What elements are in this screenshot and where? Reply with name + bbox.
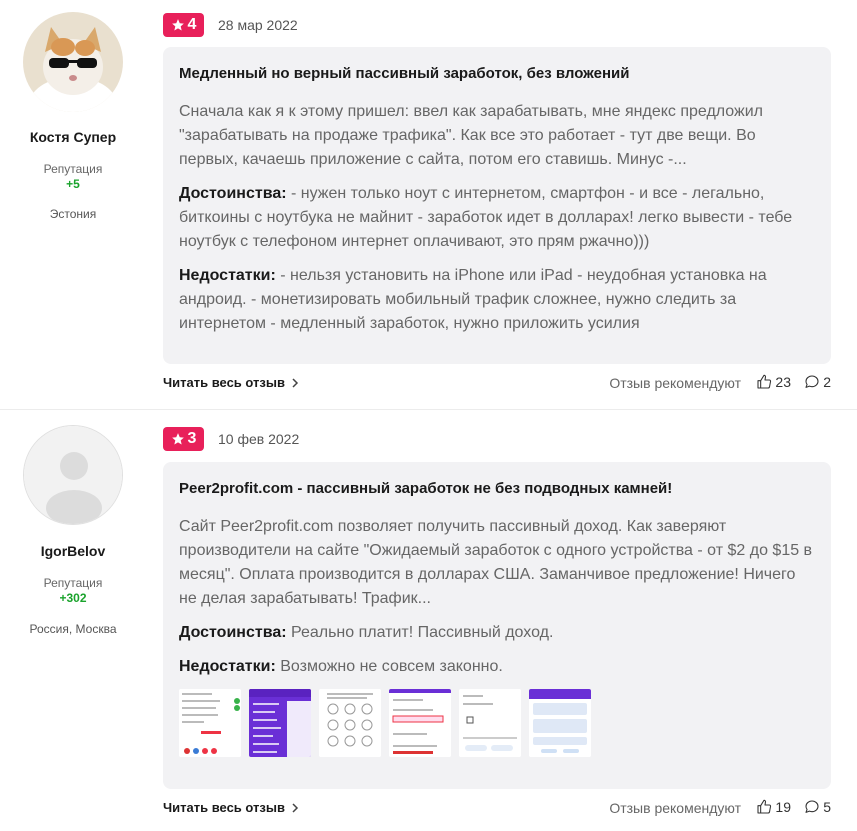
comment-icon: [805, 800, 819, 813]
read-more-label: Читать весь отзыв: [163, 375, 285, 390]
review-date: 10 фев 2022: [218, 431, 300, 447]
pros-label: Достоинства:: [179, 185, 287, 202]
reputation-label: Репутация: [43, 162, 103, 176]
rating-badge: 4: [163, 13, 204, 37]
reputation-value: +5: [66, 177, 80, 191]
cons-label: Недостатки:: [179, 267, 276, 284]
author-name[interactable]: IgorBelov: [0, 543, 146, 559]
likes-count: 23: [775, 374, 791, 390]
recommend-label: Отзыв рекомендуют: [609, 800, 741, 816]
pros-label: Достоинства:: [179, 624, 287, 641]
screenshot-thumbnail[interactable]: [319, 689, 381, 757]
comments-button[interactable]: 2: [804, 374, 831, 390]
screenshot-thumbnail[interactable]: [179, 689, 241, 757]
review-body: Медленный но верный пассивный заработок,…: [163, 47, 831, 364]
review-screenshots: [179, 689, 815, 757]
comments-count: 5: [823, 799, 831, 815]
like-button[interactable]: 19: [756, 799, 791, 815]
review-card: IgorBelov Репутация +302 Россия, Москва …: [0, 410, 857, 831]
app-screenshot-menu: [249, 689, 311, 757]
star-icon: [171, 433, 184, 445]
review-title[interactable]: Peer2profit.com - пассивный заработок не…: [179, 479, 815, 499]
review-text: Сначала как я к этому пришел: ввел как з…: [179, 103, 763, 168]
cons-label: Недостатки:: [179, 658, 276, 675]
author-name[interactable]: Костя Супер: [0, 129, 146, 145]
likes-count: 19: [775, 799, 791, 815]
screenshot-thumbnail[interactable]: [459, 689, 521, 757]
review-pros: Достоинства: - нужен только ноут с интер…: [179, 182, 815, 254]
avatar-placeholder-icon: [24, 426, 122, 524]
read-more-link[interactable]: Читать весь отзыв: [163, 375, 299, 390]
pros-text: Реально платит! Пассивный доход.: [286, 624, 554, 641]
review-body: Peer2profit.com - пассивный заработок не…: [163, 462, 831, 789]
reputation-value: +302: [59, 591, 87, 605]
author-location: Эстония: [49, 207, 97, 221]
author-location: Россия, Москва: [29, 622, 117, 636]
comment-icon: [805, 375, 819, 388]
screenshot-thumbnail[interactable]: [529, 689, 591, 757]
comments-button[interactable]: 5: [804, 799, 831, 815]
comments-count: 2: [823, 374, 831, 390]
like-button[interactable]: 23: [756, 374, 791, 390]
chevron-right-icon: [292, 802, 299, 813]
review-title[interactable]: Медленный но верный пассивный заработок,…: [179, 64, 815, 84]
review-card: Костя Супер Репутация +5 Эстония 4 28 ма…: [0, 0, 857, 409]
app-screenshot-keypad: [319, 689, 381, 757]
screenshot-thumbnail[interactable]: [389, 689, 451, 757]
app-screenshot-form: [389, 689, 451, 757]
review-footer: Читать весь отзыв Отзыв рекомендуют 23 2: [163, 374, 831, 395]
review-footer: Читать весь отзыв Отзыв рекомендуют 19 5: [163, 799, 831, 820]
review-cons: Недостатки: - нельзя установить на iPhon…: [179, 264, 815, 336]
thumbs-up-icon: [757, 799, 772, 814]
recommend-label: Отзыв рекомендуют: [609, 375, 741, 391]
read-more-link[interactable]: Читать весь отзыв: [163, 800, 299, 815]
star-icon: [171, 19, 184, 31]
reputation-label: Репутация: [43, 576, 103, 590]
rating-value: 4: [187, 16, 197, 33]
app-screenshot-settings: [179, 689, 241, 757]
review-date: 28 мар 2022: [218, 17, 298, 33]
thumbs-up-icon: [757, 374, 772, 389]
avatar[interactable]: [23, 12, 123, 112]
cat-with-sunglasses-avatar: [23, 12, 123, 112]
cons-text: Возможно не совсем законно.: [275, 658, 503, 675]
app-screenshot-chat: [459, 689, 521, 757]
rating-badge: 3: [163, 427, 204, 451]
app-screenshot-messages: [529, 689, 591, 757]
review-cons: Недостатки: Возможно не совсем законно.: [179, 655, 815, 679]
chevron-right-icon: [292, 377, 299, 388]
rating-value: 3: [187, 430, 197, 447]
avatar[interactable]: [23, 425, 123, 525]
review-text: Сайт Peer2profit.com позволяет получить …: [179, 518, 813, 607]
screenshot-thumbnail[interactable]: [249, 689, 311, 757]
read-more-label: Читать весь отзыв: [163, 800, 285, 815]
review-pros: Достоинства: Реально платит! Пассивный д…: [179, 621, 815, 645]
